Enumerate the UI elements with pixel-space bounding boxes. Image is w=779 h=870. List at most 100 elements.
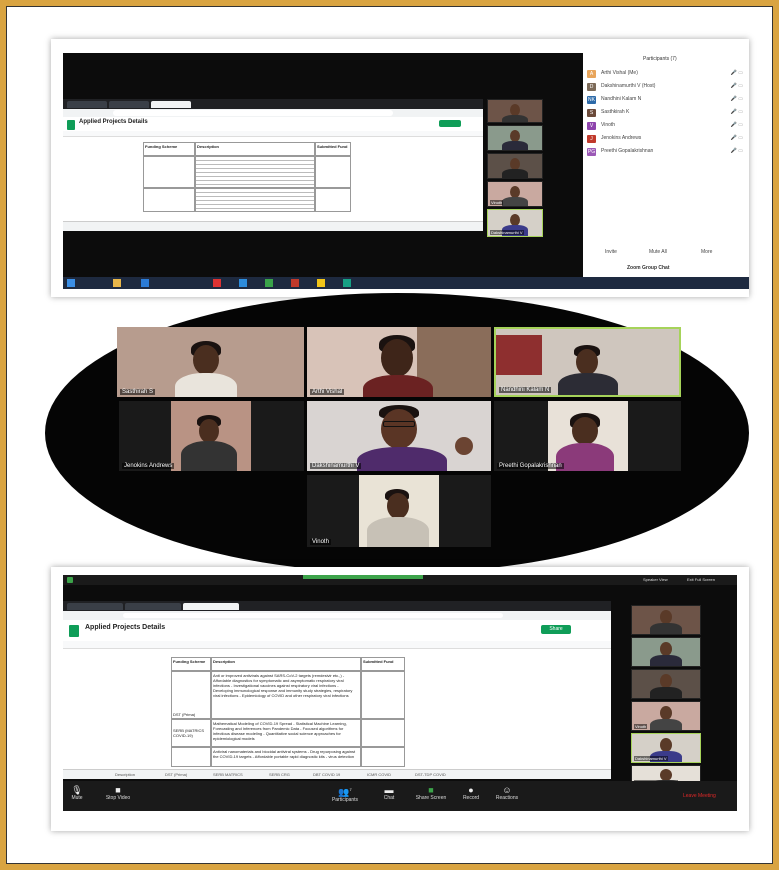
doc-title[interactable]: Applied Projects Details [79,119,148,125]
table-cell[interactable] [315,188,351,212]
table-cell[interactable] [361,747,405,767]
exit-full-screen-button[interactable]: Exit Full Screen [687,577,715,582]
table-cell[interactable]: SERB (MATRICS COVID-19) [171,719,211,747]
gallery-tile[interactable]: Jenokins Andrews [119,401,304,471]
participant-row[interactable]: A Arthi Vishal (Me) 🎤 ▭ [587,69,747,79]
table-cell[interactable] [361,719,405,747]
taskbar-app-icon[interactable] [113,279,121,287]
participant-row[interactable]: D Dakshinamurthi V (Host) 🎤 ▭ [587,82,747,92]
mute-label: Mute [71,795,83,801]
sheet-tab[interactable]: SERB CRG [269,772,290,777]
share-screen-button[interactable]: ■ Share Screen [411,785,451,801]
gallery-tile[interactable]: Dakshinamurthi V [307,401,491,471]
table-cell[interactable]: DST (Prima) [171,671,211,719]
video-thumbnail-active[interactable]: Dakshinamurthi V [631,733,701,763]
table-cell[interactable] [195,188,315,212]
sheet-tab[interactable]: DST (Prima) [165,772,187,777]
table-cell[interactable] [143,156,195,188]
browser-tab-strip [63,601,611,611]
col-header: Funding Scheme [171,657,211,671]
gallery-tile[interactable]: Preethi Gopalakrishnan [494,401,681,471]
table-cell[interactable] [361,671,405,719]
taskbar-app-icon[interactable] [343,279,351,287]
gallery-tile-active-speaker[interactable]: Nandhini Kalam N [494,327,681,397]
table-cell[interactable] [315,156,351,188]
participant-row[interactable]: V Vinoth 🎤 ▭ [587,121,747,131]
browser-tab[interactable] [67,603,123,610]
sheet-tab[interactable]: DST-TDP COVID [415,772,446,777]
taskbar-app-icon[interactable] [141,279,149,287]
share-screen-icon: ■ [428,785,434,795]
table-cell[interactable]: Mathematical Modeling of COVID-19 Spread… [211,719,361,747]
address-bar[interactable] [63,611,611,620]
table-cell[interactable] [195,156,315,188]
participants-icon: 👥7 [338,787,352,797]
record-button[interactable]: ● Record [459,785,483,801]
sharing-indicator [303,575,423,579]
participant-row[interactable]: PG Preethi Gopalakrishnan 🎤 ▭ [587,147,747,157]
invite-button[interactable]: Invite [605,249,617,255]
participant-row[interactable]: J Jenokins Andrews 🎤 ▭ [587,134,747,144]
video-thumbnail-active[interactable]: Dakshinamurthi V [487,209,543,237]
share-button[interactable]: Share [541,625,571,634]
browser-tab[interactable] [125,603,181,610]
sheet-tab[interactable]: SERB MATRICS [213,772,243,777]
video-thumbnail[interactable] [631,669,701,699]
doc-title[interactable]: Applied Projects Details [85,624,165,631]
video-thumbnail[interactable] [631,605,701,635]
participant-row[interactable]: S Sasthkirah K 🎤 ▭ [587,108,747,118]
zoom-stage: Speaker View Exit Full Screen Applied Pr… [63,575,737,811]
start-icon[interactable] [67,279,75,287]
share-button[interactable] [439,120,461,127]
page-frame: Applied Projects Details Funding Scheme … [6,6,773,864]
video-thumbnail[interactable] [631,637,701,667]
taskbar-app-icon[interactable] [239,279,247,287]
leave-meeting-button[interactable]: Leave Meeting [683,793,716,799]
participant-row[interactable]: NK Nandhini Kalam N 🎤 ▭ [587,95,747,105]
participant-name: Arthi Vishal (Me) [601,70,638,76]
taskbar-app-icon[interactable] [291,279,299,287]
chat-bar[interactable]: Zoom Group Chat [627,265,670,271]
browser-tab[interactable] [67,101,107,108]
gallery-tile[interactable]: Sasthirah S [117,327,304,397]
stop-video-button[interactable]: ■ Stop Video [101,785,135,801]
browser-tab-active[interactable] [183,603,239,610]
sheets-toolbar [63,641,611,649]
video-thumbnail[interactable]: Vinoth [487,181,543,207]
participants-button[interactable]: 👥7 Participants [325,785,365,803]
participants-title: Participants (7) [643,56,677,62]
sheet-tab[interactable]: Description [115,772,135,777]
mic-camera-icon: 🎤 ▭ [730,148,743,154]
table-cell[interactable]: Antiviral nanomaterials and biocidal ant… [211,747,361,767]
windows-taskbar [63,277,749,289]
sheet-tab[interactable]: ICMR COVID [367,772,391,777]
reactions-button[interactable]: ☺ Reactions [491,785,523,801]
table-cell[interactable] [171,747,211,767]
table-cell[interactable]: Anti or improved antivirals against SARS… [211,671,361,719]
address-bar[interactable] [63,109,483,117]
chat-button[interactable]: ▬ Chat [377,785,401,801]
taskbar-app-icon[interactable] [265,279,273,287]
taskbar-app-icon[interactable] [213,279,221,287]
col-header: Description [211,657,361,671]
gallery-tile[interactable]: Vinoth [307,475,491,547]
video-thumbnail[interactable] [487,125,543,151]
video-thumbnail[interactable] [487,99,543,123]
col-header: Funding Scheme [143,142,195,156]
taskbar-app-icon[interactable] [317,279,325,287]
participants-label: Participants [331,797,359,803]
zoom-top-bar: Speaker View Exit Full Screen [63,575,737,585]
speaker-view-button[interactable]: Speaker View [643,577,668,582]
mute-button[interactable]: 🎙 Mute [67,785,87,801]
gallery-tile[interactable]: Arthi Vishal [307,327,491,397]
browser-tab-active[interactable] [151,101,191,108]
avatar: PG [587,148,596,156]
video-thumbnail[interactable] [487,153,543,179]
table-cell[interactable] [143,188,195,212]
mute-all-button[interactable]: Mute All [649,249,667,255]
sheet-tab[interactable]: DBT COVID 19 [313,772,340,777]
col-header: Description [195,142,315,156]
video-thumbnail[interactable]: Vinoth [631,701,701,731]
browser-tab[interactable] [109,101,149,108]
more-button[interactable]: More [701,249,712,255]
